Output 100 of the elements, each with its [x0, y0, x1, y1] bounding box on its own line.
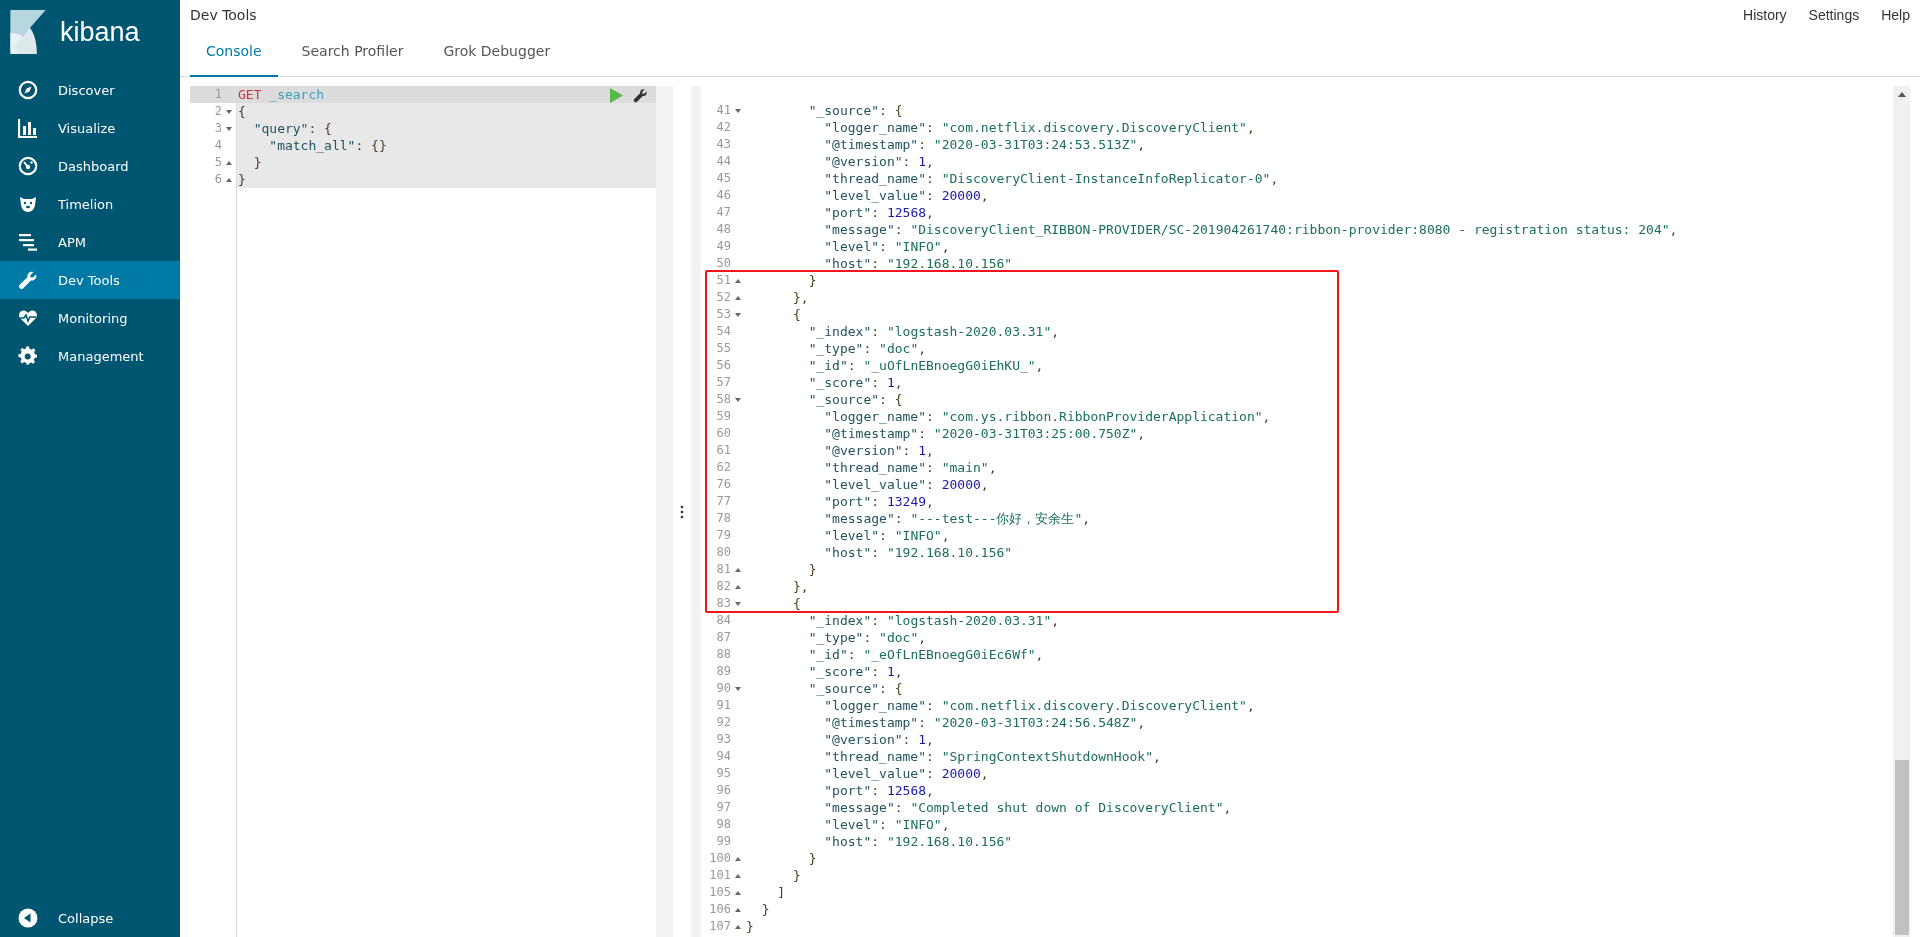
line-number: 59 [716, 408, 731, 425]
caret-up-icon[interactable] [735, 278, 741, 283]
line-number: 49 [716, 238, 731, 255]
caret-down-icon[interactable] [735, 108, 741, 113]
caret-up-icon[interactable] [735, 856, 741, 861]
caret-down-icon[interactable] [735, 312, 741, 317]
top-link[interactable]: History [1743, 7, 1787, 23]
code-line: }, [791, 290, 809, 305]
tab[interactable]: Grok Debugger [427, 30, 567, 76]
nav-item[interactable]: Timelion [0, 185, 180, 223]
code-line: "@version": 1, [823, 732, 934, 747]
line-number: 99 [716, 833, 731, 850]
line-number: 48 [716, 221, 731, 238]
line-number: 4 [214, 137, 222, 154]
line-number: 87 [716, 629, 731, 646]
line-number: 61 [716, 442, 731, 459]
nav-item[interactable]: APM [0, 223, 180, 261]
code-line: "_source": { [807, 103, 903, 118]
line-number: 95 [716, 765, 731, 782]
code-line: "level_value": 20000, [823, 477, 989, 492]
code-line: "host": "192.168.10.156" [823, 545, 1013, 560]
line-number: 105 [709, 884, 731, 901]
caret-up-icon[interactable] [735, 567, 741, 572]
line-number: 78 [716, 510, 731, 527]
code-line: } [252, 155, 262, 170]
nav-item[interactable]: Dev Tools [0, 261, 180, 299]
caret-down-icon[interactable] [735, 686, 741, 691]
code-line: "_index": "logstash-2020.03.31", [807, 613, 1060, 628]
line-number: 44 [716, 153, 731, 170]
code-line: { [238, 104, 246, 119]
line-number: 90 [716, 680, 731, 697]
wrench-icon [18, 270, 38, 290]
line-number: 98 [716, 816, 731, 833]
code-line: "_source": { [807, 392, 903, 407]
code-line: GET _search [238, 87, 325, 102]
code-line: "logger_name": "com.netflix.discovery.DiscoveryClient", [823, 120, 1255, 135]
caret-up-icon[interactable] [735, 873, 741, 878]
line-number: 82 [716, 578, 731, 595]
caret-up-icon[interactable] [735, 924, 741, 929]
line-number: 41 [716, 102, 731, 119]
wrench-icon[interactable] [633, 88, 648, 103]
bear-icon [18, 194, 38, 214]
drag-handle-icon[interactable] [680, 504, 684, 519]
code-line: } [807, 562, 817, 577]
line-number: 84 [716, 612, 731, 629]
line-number: 101 [709, 867, 731, 884]
code-line: "@timestamp": "2020-03-31T03:25:00.750Z", [823, 426, 1146, 441]
line-number: 76 [716, 476, 731, 493]
line-number: 88 [716, 646, 731, 663]
caret-up-icon[interactable] [735, 295, 741, 300]
caret-left-icon [18, 908, 38, 928]
code-line: } [238, 172, 246, 187]
caret-down-icon[interactable] [735, 397, 741, 402]
caret-up-icon[interactable] [735, 584, 741, 589]
line-number: 57 [716, 374, 731, 391]
caret-up-icon[interactable] [735, 890, 741, 895]
page-title: Dev Tools [190, 7, 257, 23]
line-number: 81 [716, 561, 731, 578]
nav-item[interactable]: Management [0, 337, 180, 375]
code-line: "_id": "_uOfLnEBnoegG0iEhKU_", [807, 358, 1044, 373]
gear-icon [18, 346, 38, 366]
line-number: 107 [709, 918, 731, 935]
caret-up-icon[interactable] [735, 907, 741, 912]
code-line: "thread_name": "main", [823, 460, 997, 475]
list-lines-icon [18, 232, 38, 252]
caret-up-icon[interactable] [1897, 92, 1906, 97]
top-link[interactable]: Help [1881, 7, 1910, 23]
caret-down-icon[interactable] [735, 601, 741, 606]
line-number: 94 [716, 748, 731, 765]
code-line: "level": "INFO", [823, 528, 950, 543]
code-line: "host": "192.168.10.156" [823, 834, 1013, 849]
scrollbar[interactable] [1893, 86, 1910, 937]
code-line: "_id": "_eOfLnEBnoegG0iEc6Wf", [807, 647, 1044, 662]
scrollbar-thumb[interactable] [1894, 760, 1909, 935]
code-line: "_type": "doc", [807, 341, 927, 356]
caret-up-icon[interactable] [226, 177, 232, 182]
code-line: "@timestamp": "2020-03-31T03:24:53.513Z", [823, 137, 1146, 152]
line-number: 43 [716, 136, 731, 153]
line-number: 5 [214, 154, 222, 171]
code-line: "logger_name": "com.netflix.discovery.DiscoveryClient", [823, 698, 1255, 713]
collapse-button[interactable]: Collapse [0, 899, 180, 937]
nav-item[interactable]: Discover [0, 71, 180, 109]
line-number: 46 [716, 187, 731, 204]
caret-down-icon[interactable] [226, 109, 232, 114]
tab[interactable]: Console [190, 30, 278, 77]
code-line: } [807, 273, 817, 288]
nav-item[interactable]: Monitoring [0, 299, 180, 337]
line-number: 53 [716, 306, 731, 323]
tab[interactable]: Search Profiler [285, 30, 420, 76]
line-number: 77 [716, 493, 731, 510]
nav-item[interactable]: Visualize [0, 109, 180, 147]
line-number: 60 [716, 425, 731, 442]
caret-up-icon[interactable] [226, 160, 232, 165]
line-number: 1 [214, 86, 222, 103]
code-line: }, [791, 579, 809, 594]
line-number: 79 [716, 527, 731, 544]
top-link[interactable]: Settings [1808, 7, 1860, 23]
caret-down-icon[interactable] [226, 126, 232, 131]
nav-item[interactable]: Dashboard [0, 147, 180, 185]
code-line: "@version": 1, [823, 443, 934, 458]
